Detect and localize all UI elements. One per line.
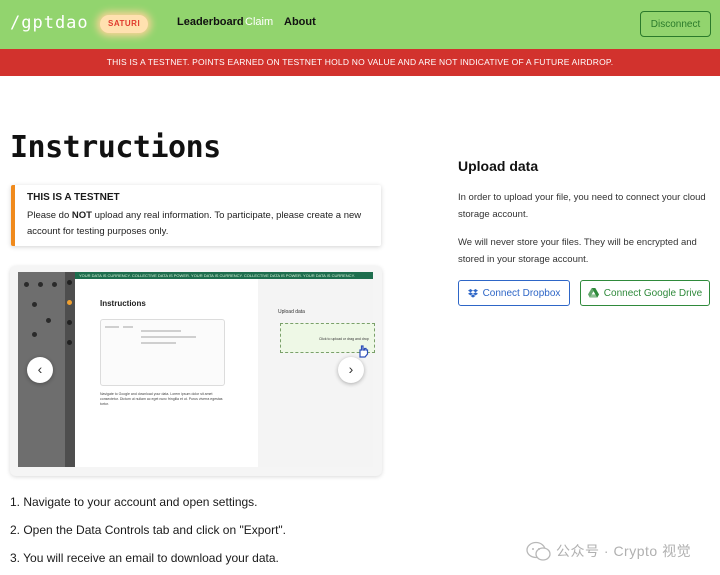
screenshot-upload-label: Upload data — [278, 309, 305, 315]
screenshot-banner: YOUR DATA IS CURRENCY. COLLECTIVE DATA I… — [75, 272, 373, 279]
chevron-left-icon: ‹ — [37, 361, 43, 377]
top-navigation-bar: /gptdao SATURI Leaderboard Claim About D… — [0, 0, 720, 49]
instruction-carousel: YOUR DATA IS CURRENCY. COLLECTIVE DATA I… — [10, 266, 382, 476]
screenshot-sidebar-dot — [67, 320, 72, 325]
screenshot-sidebar-dot — [67, 300, 72, 305]
site-logo[interactable]: /gptdao — [10, 13, 89, 33]
notice-text-bold: NOT — [71, 210, 92, 221]
google-drive-icon — [587, 288, 599, 298]
screenshot-sidebar-dot — [67, 340, 72, 345]
screenshot-sidebar-dot — [38, 282, 43, 287]
screenshot-sidebar-dot — [32, 302, 37, 307]
nav-claim[interactable]: Claim — [245, 16, 273, 28]
chevron-right-icon: › — [348, 361, 354, 377]
screenshot-line — [141, 336, 196, 338]
notice-text-prefix: Please do — [27, 210, 72, 221]
wechat-logo-icon — [526, 541, 551, 561]
watermark: 公众号 · Crypto 视觉 — [526, 538, 716, 566]
screenshot-line — [123, 326, 133, 328]
pointer-hand-icon — [359, 345, 369, 358]
testnet-warning-banner: THIS IS A TESTNET. POINTS EARNED ON TEST… — [0, 49, 720, 76]
screenshot-line — [141, 342, 176, 344]
testnet-notice-body: Please do NOT upload any real informatio… — [27, 208, 369, 240]
carousel-prev-button[interactable]: ‹ — [27, 357, 53, 383]
network-badge: SATURI — [100, 15, 149, 33]
screenshot-sidebar-strip — [65, 272, 75, 467]
nav-about[interactable]: About — [284, 16, 316, 28]
watermark-text: 公众号 · Crypto 视觉 — [556, 543, 692, 559]
dropbox-icon — [467, 288, 478, 298]
upload-privacy-note: We will never store your files. They wil… — [458, 237, 697, 265]
connect-dropbox-button[interactable]: Connect Dropbox — [458, 280, 570, 306]
testnet-notice-card: THIS IS A TESTNET Please do NOT upload a… — [11, 185, 381, 246]
nav-leaderboard[interactable]: Leaderboard — [177, 16, 244, 28]
screenshot-sidebar-dot — [52, 282, 57, 287]
connect-dropbox-label: Connect Dropbox — [482, 287, 561, 299]
instruction-steps: 1. Navigate to your account and open set… — [10, 494, 286, 575]
instruction-step: 1. Navigate to your account and open set… — [10, 495, 258, 509]
connect-google-drive-button[interactable]: Connect Google Drive — [580, 280, 710, 306]
carousel-screenshot: YOUR DATA IS CURRENCY. COLLECTIVE DATA I… — [18, 272, 375, 467]
screenshot-sidebar-dot — [24, 282, 29, 287]
upload-section-title: Upload data — [458, 158, 539, 174]
screenshot-line — [141, 330, 181, 332]
screenshot-inner-card — [100, 319, 225, 386]
connect-google-drive-label: Connect Google Drive — [603, 287, 703, 299]
instruction-step: 2. Open the Data Controls tab and click … — [10, 523, 286, 537]
screenshot-line — [105, 326, 119, 328]
carousel-next-button[interactable]: › — [338, 357, 364, 383]
screenshot-sidebar-dot — [32, 332, 37, 337]
disconnect-button[interactable]: Disconnect — [640, 11, 711, 37]
testnet-notice-title: THIS IS A TESTNET — [27, 192, 120, 203]
upload-description: In order to upload your file, you need t… — [458, 192, 706, 220]
page-title: Instructions — [10, 130, 221, 165]
instruction-step: 3. You will receive an email to download… — [10, 551, 279, 565]
screenshot-sidebar-dot — [46, 318, 51, 323]
screenshot-sidebar-dot — [67, 280, 72, 285]
screenshot-title: Instructions — [100, 299, 146, 308]
screenshot-caption: Navigate to Google and download your dat… — [100, 392, 223, 406]
